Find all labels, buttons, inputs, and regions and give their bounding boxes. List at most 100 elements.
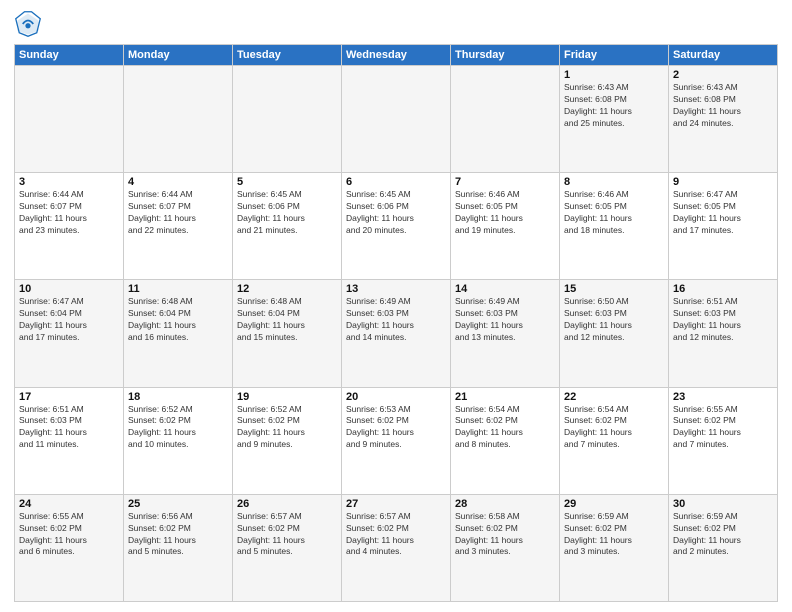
day-detail: Sunrise: 6:57 AM Sunset: 6:02 PM Dayligh… xyxy=(237,511,337,559)
day-detail: Sunrise: 6:47 AM Sunset: 6:04 PM Dayligh… xyxy=(19,296,119,344)
day-number: 28 xyxy=(455,498,555,510)
calendar-day-cell: 6Sunrise: 6:45 AM Sunset: 6:06 PM Daylig… xyxy=(342,173,451,280)
calendar-day-cell: 7Sunrise: 6:46 AM Sunset: 6:05 PM Daylig… xyxy=(451,173,560,280)
day-detail: Sunrise: 6:59 AM Sunset: 6:02 PM Dayligh… xyxy=(564,511,664,559)
day-detail: Sunrise: 6:51 AM Sunset: 6:03 PM Dayligh… xyxy=(673,296,773,344)
calendar-day-cell: 9Sunrise: 6:47 AM Sunset: 6:05 PM Daylig… xyxy=(669,173,778,280)
calendar-day-cell: 30Sunrise: 6:59 AM Sunset: 6:02 PM Dayli… xyxy=(669,494,778,601)
day-number: 5 xyxy=(237,176,337,188)
day-number: 25 xyxy=(128,498,228,510)
calendar-table: SundayMondayTuesdayWednesdayThursdayFrid… xyxy=(14,44,778,602)
logo xyxy=(14,10,46,38)
day-detail: Sunrise: 6:56 AM Sunset: 6:02 PM Dayligh… xyxy=(128,511,228,559)
day-detail: Sunrise: 6:44 AM Sunset: 6:07 PM Dayligh… xyxy=(128,189,228,237)
day-number: 3 xyxy=(19,176,119,188)
day-detail: Sunrise: 6:58 AM Sunset: 6:02 PM Dayligh… xyxy=(455,511,555,559)
calendar-day-cell: 25Sunrise: 6:56 AM Sunset: 6:02 PM Dayli… xyxy=(124,494,233,601)
day-number: 9 xyxy=(673,176,773,188)
day-number: 27 xyxy=(346,498,446,510)
day-number: 23 xyxy=(673,391,773,403)
day-detail: Sunrise: 6:54 AM Sunset: 6:02 PM Dayligh… xyxy=(564,404,664,452)
calendar-day-cell: 3Sunrise: 6:44 AM Sunset: 6:07 PM Daylig… xyxy=(15,173,124,280)
calendar-day-cell: 4Sunrise: 6:44 AM Sunset: 6:07 PM Daylig… xyxy=(124,173,233,280)
calendar-day-header: Thursday xyxy=(451,45,560,66)
day-number: 24 xyxy=(19,498,119,510)
calendar-day-cell: 13Sunrise: 6:49 AM Sunset: 6:03 PM Dayli… xyxy=(342,280,451,387)
day-number: 21 xyxy=(455,391,555,403)
day-number: 15 xyxy=(564,283,664,295)
day-detail: Sunrise: 6:50 AM Sunset: 6:03 PM Dayligh… xyxy=(564,296,664,344)
calendar-day-cell: 29Sunrise: 6:59 AM Sunset: 6:02 PM Dayli… xyxy=(560,494,669,601)
calendar-week-row: 1Sunrise: 6:43 AM Sunset: 6:08 PM Daylig… xyxy=(15,66,778,173)
day-detail: Sunrise: 6:43 AM Sunset: 6:08 PM Dayligh… xyxy=(564,82,664,130)
calendar-day-header: Saturday xyxy=(669,45,778,66)
calendar-day-cell: 18Sunrise: 6:52 AM Sunset: 6:02 PM Dayli… xyxy=(124,387,233,494)
calendar-day-cell: 1Sunrise: 6:43 AM Sunset: 6:08 PM Daylig… xyxy=(560,66,669,173)
calendar-day-cell: 8Sunrise: 6:46 AM Sunset: 6:05 PM Daylig… xyxy=(560,173,669,280)
calendar-header-row: SundayMondayTuesdayWednesdayThursdayFrid… xyxy=(15,45,778,66)
day-number: 29 xyxy=(564,498,664,510)
day-number: 7 xyxy=(455,176,555,188)
day-detail: Sunrise: 6:45 AM Sunset: 6:06 PM Dayligh… xyxy=(237,189,337,237)
day-number: 10 xyxy=(19,283,119,295)
day-detail: Sunrise: 6:48 AM Sunset: 6:04 PM Dayligh… xyxy=(128,296,228,344)
day-detail: Sunrise: 6:49 AM Sunset: 6:03 PM Dayligh… xyxy=(346,296,446,344)
day-number: 12 xyxy=(237,283,337,295)
day-detail: Sunrise: 6:54 AM Sunset: 6:02 PM Dayligh… xyxy=(455,404,555,452)
calendar-day-cell xyxy=(233,66,342,173)
calendar-day-cell: 19Sunrise: 6:52 AM Sunset: 6:02 PM Dayli… xyxy=(233,387,342,494)
day-number: 4 xyxy=(128,176,228,188)
day-number: 30 xyxy=(673,498,773,510)
calendar-day-header: Friday xyxy=(560,45,669,66)
day-number: 20 xyxy=(346,391,446,403)
calendar-day-header: Monday xyxy=(124,45,233,66)
calendar-week-row: 10Sunrise: 6:47 AM Sunset: 6:04 PM Dayli… xyxy=(15,280,778,387)
calendar-day-cell xyxy=(451,66,560,173)
calendar-day-cell: 22Sunrise: 6:54 AM Sunset: 6:02 PM Dayli… xyxy=(560,387,669,494)
calendar-day-cell xyxy=(15,66,124,173)
calendar-day-cell: 24Sunrise: 6:55 AM Sunset: 6:02 PM Dayli… xyxy=(15,494,124,601)
day-detail: Sunrise: 6:49 AM Sunset: 6:03 PM Dayligh… xyxy=(455,296,555,344)
calendar-day-header: Wednesday xyxy=(342,45,451,66)
calendar-day-cell: 14Sunrise: 6:49 AM Sunset: 6:03 PM Dayli… xyxy=(451,280,560,387)
day-number: 11 xyxy=(128,283,228,295)
calendar-day-cell: 2Sunrise: 6:43 AM Sunset: 6:08 PM Daylig… xyxy=(669,66,778,173)
day-detail: Sunrise: 6:48 AM Sunset: 6:04 PM Dayligh… xyxy=(237,296,337,344)
day-number: 17 xyxy=(19,391,119,403)
day-number: 14 xyxy=(455,283,555,295)
calendar-day-cell: 28Sunrise: 6:58 AM Sunset: 6:02 PM Dayli… xyxy=(451,494,560,601)
calendar-week-row: 17Sunrise: 6:51 AM Sunset: 6:03 PM Dayli… xyxy=(15,387,778,494)
day-number: 19 xyxy=(237,391,337,403)
day-detail: Sunrise: 6:52 AM Sunset: 6:02 PM Dayligh… xyxy=(128,404,228,452)
calendar-day-cell: 16Sunrise: 6:51 AM Sunset: 6:03 PM Dayli… xyxy=(669,280,778,387)
day-number: 22 xyxy=(564,391,664,403)
day-detail: Sunrise: 6:52 AM Sunset: 6:02 PM Dayligh… xyxy=(237,404,337,452)
calendar-day-cell: 17Sunrise: 6:51 AM Sunset: 6:03 PM Dayli… xyxy=(15,387,124,494)
calendar-week-row: 24Sunrise: 6:55 AM Sunset: 6:02 PM Dayli… xyxy=(15,494,778,601)
header xyxy=(14,10,778,38)
calendar-day-cell: 20Sunrise: 6:53 AM Sunset: 6:02 PM Dayli… xyxy=(342,387,451,494)
calendar-day-cell: 11Sunrise: 6:48 AM Sunset: 6:04 PM Dayli… xyxy=(124,280,233,387)
day-detail: Sunrise: 6:57 AM Sunset: 6:02 PM Dayligh… xyxy=(346,511,446,559)
day-detail: Sunrise: 6:46 AM Sunset: 6:05 PM Dayligh… xyxy=(564,189,664,237)
day-number: 1 xyxy=(564,69,664,81)
day-detail: Sunrise: 6:53 AM Sunset: 6:02 PM Dayligh… xyxy=(346,404,446,452)
calendar-day-cell: 12Sunrise: 6:48 AM Sunset: 6:04 PM Dayli… xyxy=(233,280,342,387)
day-detail: Sunrise: 6:51 AM Sunset: 6:03 PM Dayligh… xyxy=(19,404,119,452)
day-detail: Sunrise: 6:43 AM Sunset: 6:08 PM Dayligh… xyxy=(673,82,773,130)
day-number: 6 xyxy=(346,176,446,188)
day-number: 8 xyxy=(564,176,664,188)
day-number: 18 xyxy=(128,391,228,403)
calendar-day-cell: 26Sunrise: 6:57 AM Sunset: 6:02 PM Dayli… xyxy=(233,494,342,601)
day-detail: Sunrise: 6:44 AM Sunset: 6:07 PM Dayligh… xyxy=(19,189,119,237)
calendar-day-cell: 15Sunrise: 6:50 AM Sunset: 6:03 PM Dayli… xyxy=(560,280,669,387)
day-number: 16 xyxy=(673,283,773,295)
calendar-day-header: Sunday xyxy=(15,45,124,66)
calendar-day-cell xyxy=(342,66,451,173)
calendar-day-cell: 27Sunrise: 6:57 AM Sunset: 6:02 PM Dayli… xyxy=(342,494,451,601)
day-detail: Sunrise: 6:59 AM Sunset: 6:02 PM Dayligh… xyxy=(673,511,773,559)
calendar-day-cell: 23Sunrise: 6:55 AM Sunset: 6:02 PM Dayli… xyxy=(669,387,778,494)
day-detail: Sunrise: 6:55 AM Sunset: 6:02 PM Dayligh… xyxy=(19,511,119,559)
calendar-week-row: 3Sunrise: 6:44 AM Sunset: 6:07 PM Daylig… xyxy=(15,173,778,280)
logo-icon xyxy=(14,10,42,38)
